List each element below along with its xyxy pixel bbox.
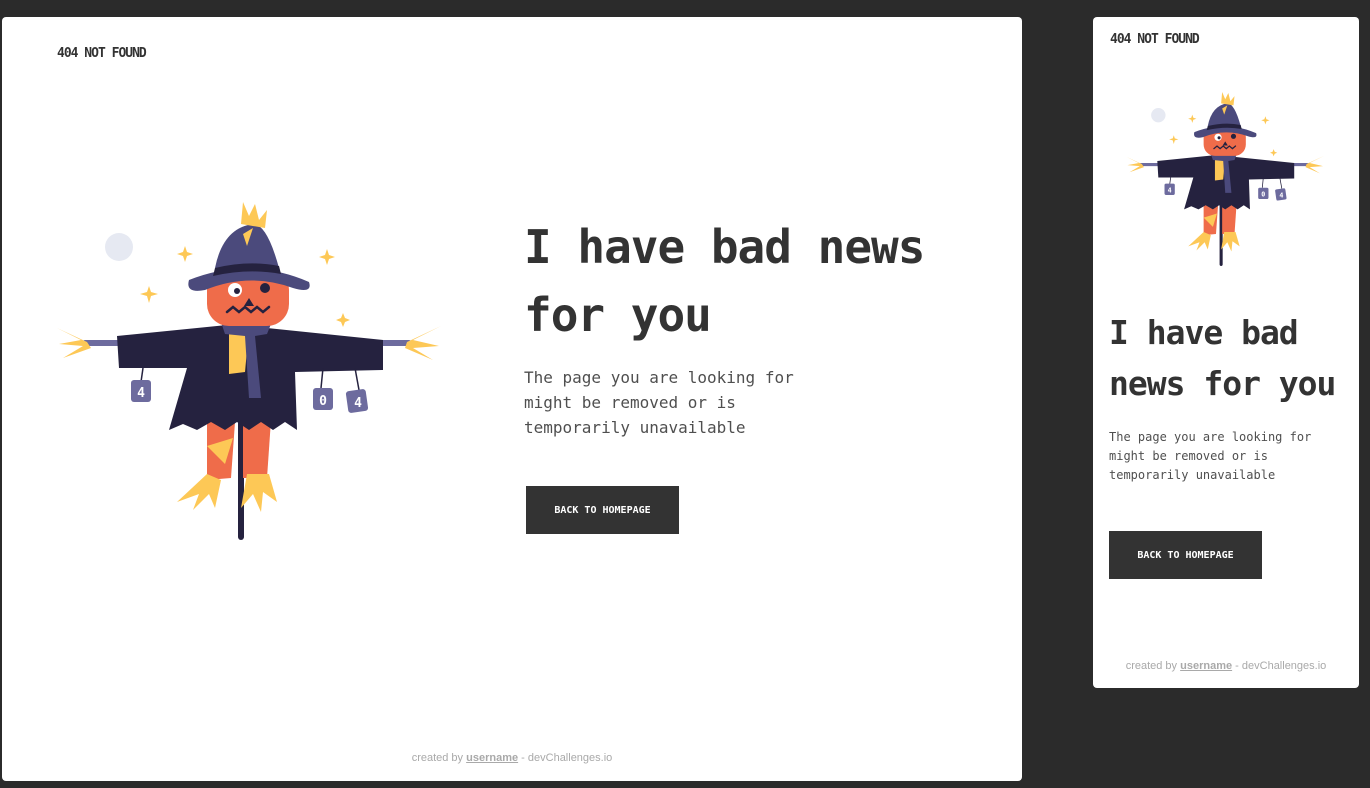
error-description: The page you are looking for might be re… [524, 368, 794, 437]
scarecrow-illustration [57, 202, 442, 542]
footer-username-link[interactable]: username [1180, 660, 1232, 672]
footer-prefix: created by [411, 752, 464, 764]
footer-prefix: created by [1125, 660, 1178, 672]
mobile-preview: 404 NOT FOUND I have bad news for you Th… [1093, 17, 1359, 688]
footer-suffix: - devChallenges.io [1235, 660, 1327, 672]
desktop-preview: 404 NOT FOUND I have bad news for you Th… [2, 17, 1022, 781]
brand-logo[interactable]: 404 NOT FOUND [1110, 32, 1200, 47]
footer-credit: created by username - devChallenges.io [1093, 660, 1359, 672]
page-title: I have bad news for you [1109, 313, 1336, 403]
footer-username-link[interactable]: username [466, 752, 518, 764]
brand-logo[interactable]: 404 NOT FOUND [57, 46, 147, 61]
scarecrow-illustration [1125, 92, 1325, 267]
error-description: The page you are looking for might be re… [1109, 430, 1312, 482]
back-to-homepage-button[interactable]: BACK TO HOMEPAGE [526, 486, 679, 534]
page-title: I have bad news for you [524, 220, 925, 342]
footer-credit: created by username - devChallenges.io [2, 752, 1022, 764]
back-to-homepage-button[interactable]: BACK TO HOMEPAGE [1109, 531, 1262, 579]
footer-suffix: - devChallenges.io [521, 752, 613, 764]
